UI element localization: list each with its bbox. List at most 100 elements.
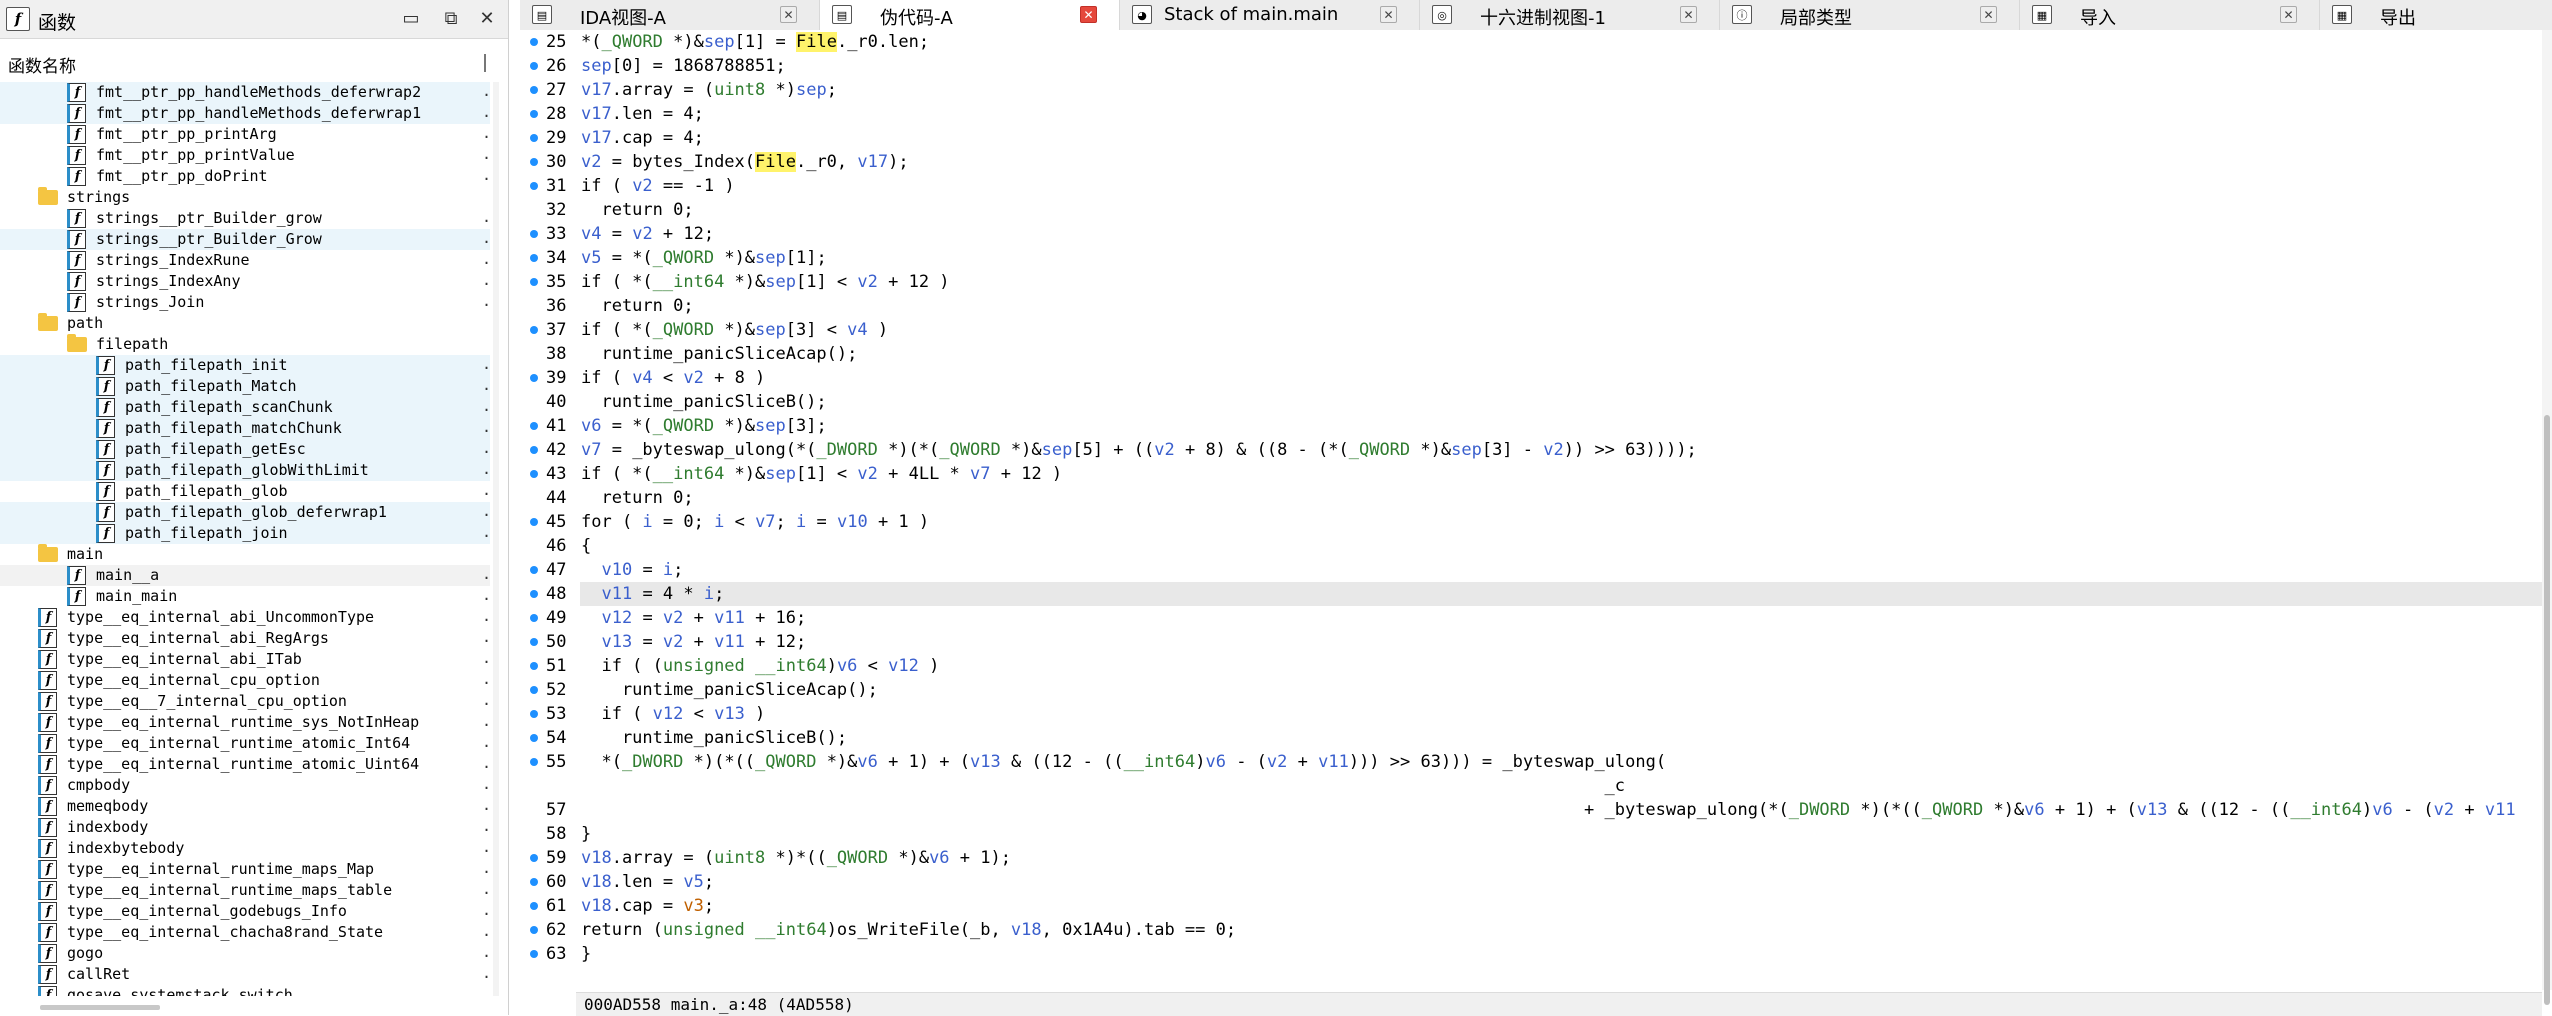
tree-function-item[interactable]: f cmpbody. [0, 775, 490, 796]
code-line[interactable]: runtime_panicSliceAcap(); [581, 342, 857, 366]
tab-1[interactable]: ▤ 伪代码-A ✕ [820, 0, 1120, 30]
tree-function-item[interactable]: f callRet. [0, 964, 490, 985]
pseudocode-view[interactable]: 25 *(_QWORD *)&sep[1] = File._r0.len; 26 se… [520, 30, 2542, 990]
tree-function-item[interactable]: f gosave_systemstack_switch. [0, 985, 490, 996]
tree-function-item[interactable]: f fmt__ptr_pp_doPrint. [0, 166, 490, 187]
code-line[interactable]: return (unsigned __int64)os_WriteFile(_b… [581, 918, 1236, 942]
tab-5[interactable]: ▦ 导入 ✕ [2020, 0, 2320, 30]
code-line[interactable]: } [581, 822, 591, 846]
code-scrollbar[interactable] [2542, 30, 2552, 1005]
tree-function-item[interactable]: f path_filepath_matchChunk. [0, 418, 490, 439]
tab-close-icon[interactable]: ✕ [1080, 6, 1097, 23]
tab-4[interactable]: ⓘ 局部类型 ✕ [1720, 0, 2020, 30]
tree-function-item[interactable]: f main__a. [0, 565, 490, 586]
code-line[interactable]: v11 = 4 * i; [581, 582, 724, 606]
line-gutter[interactable]: 63 [520, 942, 620, 966]
code-line[interactable]: v4 = v2 + 12; [581, 222, 714, 246]
tree-function-item[interactable]: f path_filepath_join. [0, 523, 490, 544]
tree-function-item[interactable]: f fmt__ptr_pp_handleMethods_deferwrap2. [0, 82, 490, 103]
tree-function-item[interactable]: f type__eq_internal_abi_RegArgs. [0, 628, 490, 649]
code-line[interactable]: v2 = bytes_Index(File._r0, v17); [581, 150, 909, 174]
breakpoint-dot-icon[interactable] [530, 470, 538, 478]
breakpoint-dot-icon[interactable] [530, 38, 538, 46]
breakpoint-dot-icon[interactable] [530, 614, 538, 622]
tree-function-item[interactable]: f path_filepath_Match. [0, 376, 490, 397]
code-line[interactable]: if ( (unsigned __int64)v6 < v12 ) [581, 654, 939, 678]
breakpoint-dot-icon[interactable] [530, 950, 538, 958]
tree-function-item[interactable]: f type__eq__7_internal_cpu_option. [0, 691, 490, 712]
breakpoint-dot-icon[interactable] [530, 878, 538, 886]
tree-function-item[interactable]: f path_filepath_glob. [0, 481, 490, 502]
code-line[interactable]: if ( v2 == -1 ) [581, 174, 735, 198]
code-line[interactable]: v17.len = 4; [581, 102, 704, 126]
tree-function-item[interactable]: f indexbody. [0, 817, 490, 838]
code-line[interactable]: for ( i = 0; i < v7; i = v10 + 1 ) [581, 510, 929, 534]
tree-function-item[interactable]: f type__eq_internal_runtime_maps_table. [0, 880, 490, 901]
tree-folder[interactable]: path [0, 313, 490, 334]
column-header[interactable]: 函数名称 [0, 52, 500, 77]
tree-folder[interactable]: main [0, 544, 490, 565]
code-line[interactable]: v12 = v2 + v11 + 16; [581, 606, 806, 630]
breakpoint-dot-icon[interactable] [530, 758, 538, 766]
tree-function-item[interactable]: f path_filepath_globWithLimit. [0, 460, 490, 481]
tab-close-icon[interactable]: ✕ [2280, 6, 2297, 23]
code-line[interactable]: runtime_panicSliceB(); [581, 390, 826, 414]
code-line[interactable]: return 0; [581, 198, 693, 222]
breakpoint-dot-icon[interactable] [530, 62, 538, 70]
code-line[interactable]: if ( v4 < v2 + 8 ) [581, 366, 765, 390]
breakpoint-dot-icon[interactable] [530, 638, 538, 646]
tab-close-icon[interactable]: ✕ [1680, 6, 1697, 23]
tab-0[interactable]: ▤ IDA视图-A ✕ [520, 0, 820, 30]
code-line[interactable]: runtime_panicSliceAcap(); [581, 678, 878, 702]
tree-function-item[interactable]: f type__eq_internal_chacha8rand_State. [0, 922, 490, 943]
code-line[interactable]: v17.array = (uint8 *)sep; [581, 78, 837, 102]
breakpoint-dot-icon[interactable] [530, 710, 538, 718]
tree-function-item[interactable]: f path_filepath_glob_deferwrap1. [0, 502, 490, 523]
column-resize-handle[interactable] [484, 54, 486, 72]
function-tree[interactable]: ffmt__ptr_pp_handleMethods_deferwrap2.ff… [0, 82, 490, 996]
code-line[interactable]: sep[0] = 1868788851; [581, 54, 786, 78]
breakpoint-dot-icon[interactable] [530, 734, 538, 742]
code-line[interactable]: + _byteswap_ulong(*(_DWORD *)(*((_QWORD … [581, 798, 2516, 822]
tab-close-icon[interactable]: ✕ [780, 6, 797, 23]
code-line[interactable]: if ( *(_QWORD *)&sep[3] < v4 ) [581, 318, 888, 342]
tree-function-item[interactable]: f main_main. [0, 586, 490, 607]
code-line[interactable]: *(_QWORD *)&sep[1] = File._r0.len; [581, 30, 929, 54]
tree-function-item[interactable]: f fmt__ptr_pp_handleMethods_deferwrap1. [0, 103, 490, 124]
tree-folder[interactable]: strings [0, 187, 490, 208]
breakpoint-dot-icon[interactable] [530, 926, 538, 934]
tree-function-item[interactable]: f strings_IndexAny. [0, 271, 490, 292]
code-line[interactable]: v17.cap = 4; [581, 126, 704, 150]
breakpoint-dot-icon[interactable] [530, 230, 538, 238]
tree-function-item[interactable]: f strings_Join. [0, 292, 490, 313]
tab-3[interactable]: ◎ 十六进制视图-1 ✕ [1420, 0, 1720, 30]
tree-function-item[interactable]: f type__eq_internal_runtime_atomic_Uint64… [0, 754, 490, 775]
breakpoint-dot-icon[interactable] [530, 158, 538, 166]
code-line[interactable]: { [581, 534, 591, 558]
breakpoint-dot-icon[interactable] [530, 854, 538, 862]
breakpoint-dot-icon[interactable] [530, 134, 538, 142]
tree-function-item[interactable]: f strings__ptr_Builder_grow. [0, 208, 490, 229]
tree-function-item[interactable]: f fmt__ptr_pp_printValue. [0, 145, 490, 166]
code-line[interactable]: if ( v12 < v13 ) [581, 702, 765, 726]
tree-function-item[interactable]: f path_filepath_getEsc. [0, 439, 490, 460]
maximize-icon[interactable]: ⧉ [440, 8, 462, 30]
close-icon[interactable]: ✕ [476, 8, 498, 30]
breakpoint-dot-icon[interactable] [530, 86, 538, 94]
tree-function-item[interactable]: f strings_IndexRune. [0, 250, 490, 271]
tab-2[interactable]: ◕ Stack of main.main ✕ [1120, 0, 1420, 30]
tree-function-item[interactable]: f strings__ptr_Builder_Grow. [0, 229, 490, 250]
code-line[interactable]: *(_DWORD *)(*((_QWORD *)&v6 + 1) + (v13 … [581, 750, 1666, 774]
tab-6[interactable]: ▦导出✕ [2320, 0, 2552, 30]
tree-function-item[interactable]: f type__eq_internal_runtime_maps_Map. [0, 859, 490, 880]
functions-scrollbar[interactable] [493, 82, 499, 996]
breakpoint-dot-icon[interactable] [530, 518, 538, 526]
tree-folder[interactable]: filepath [0, 334, 490, 355]
line-gutter[interactable]: 46 [520, 534, 620, 558]
tree-function-item[interactable]: f type__eq_internal_runtime_sys_NotInHeap… [0, 712, 490, 733]
code-line[interactable]: v18.len = v5; [581, 870, 714, 894]
tab-close-icon[interactable]: ✕ [1380, 6, 1397, 23]
breakpoint-dot-icon[interactable] [530, 590, 538, 598]
line-gutter[interactable]: 58 [520, 822, 620, 846]
breakpoint-dot-icon[interactable] [530, 182, 538, 190]
